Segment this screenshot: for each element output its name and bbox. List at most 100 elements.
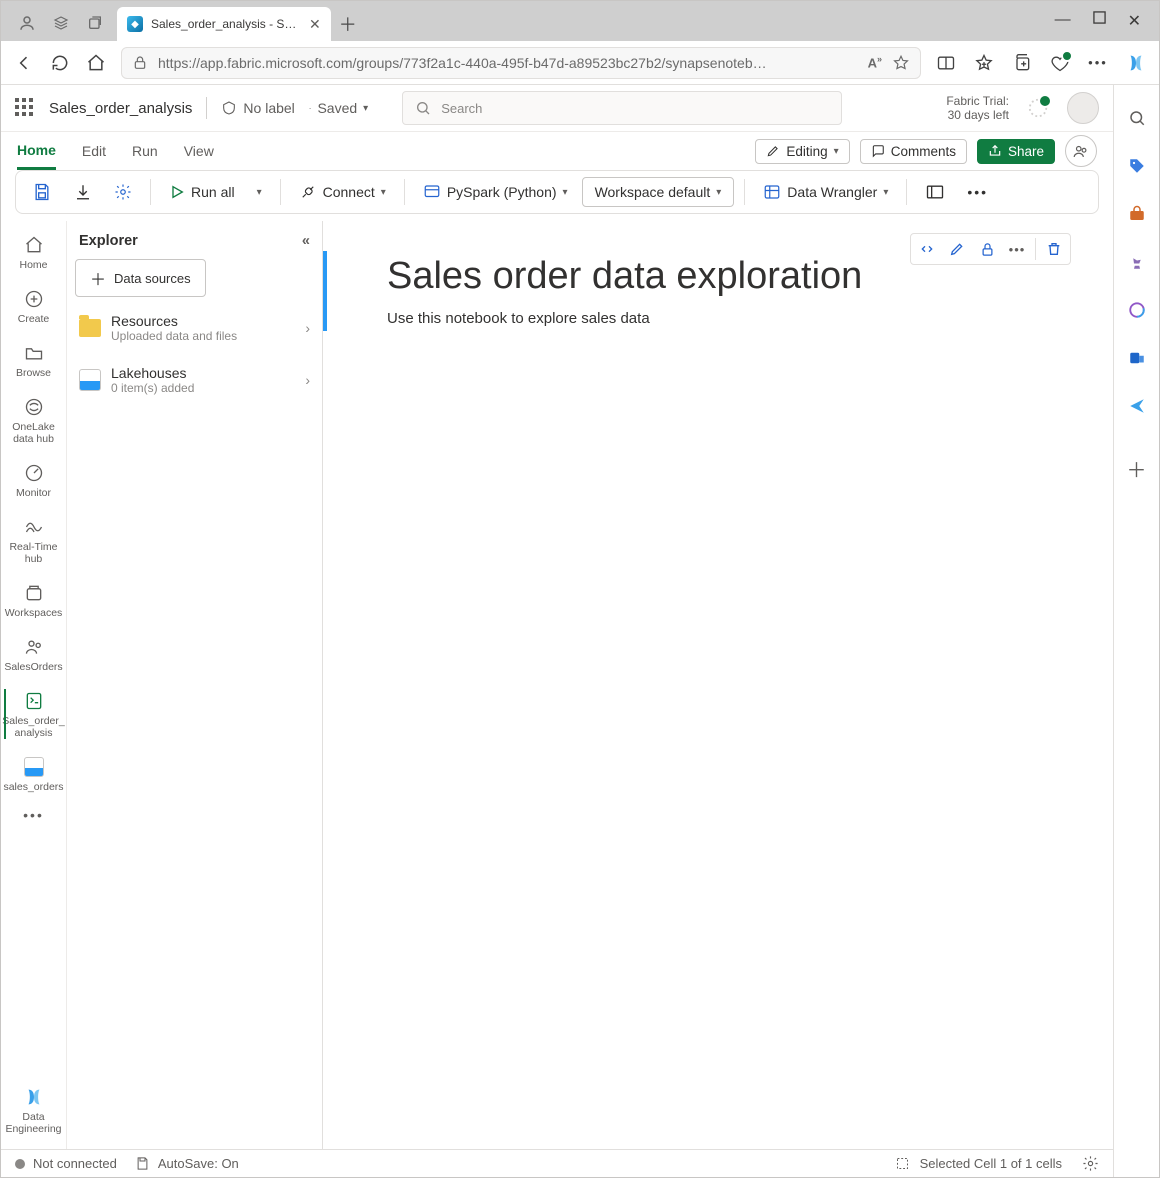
notebook-canvas[interactable]: ••• Sales order data exploration Use thi…	[323, 221, 1113, 1149]
download-button[interactable]	[66, 179, 100, 205]
editing-mode-button[interactable]: Editing ▾	[755, 139, 849, 164]
browser-tab-active[interactable]: ◆ Sales_order_analysis - Synapse D ✕	[117, 7, 331, 41]
document-name[interactable]: Sales_order_analysis	[49, 100, 192, 117]
explorer-item-lakehouses[interactable]: Lakehouses 0 item(s) added ›	[75, 359, 314, 401]
tag-icon[interactable]	[1126, 155, 1148, 177]
profile-icon[interactable]	[17, 13, 37, 33]
browser-menu-icon[interactable]: •••	[1087, 52, 1109, 74]
rail-home[interactable]: Home	[4, 227, 64, 277]
status-settings-icon[interactable]	[1082, 1155, 1099, 1172]
connection-status[interactable]: Not connected	[15, 1156, 117, 1171]
window-maximize-icon[interactable]	[1093, 11, 1106, 31]
rail-workspaces[interactable]: Workspaces	[4, 575, 64, 625]
window-close-icon[interactable]: ✕	[1128, 11, 1141, 31]
rail-realtime[interactable]: Real-Time hub	[4, 509, 64, 571]
browser-health-icon[interactable]	[1049, 52, 1071, 74]
plus-circle-icon	[22, 287, 46, 311]
add-sidebar-icon[interactable]: ＋	[1126, 457, 1148, 479]
window-minimize-icon[interactable]: —	[1055, 11, 1071, 31]
app-header: Sales_order_analysis No label · Saved ▾ …	[1, 85, 1113, 131]
rail-onelake[interactable]: OneLake data hub	[4, 389, 64, 451]
gauge-icon	[22, 461, 46, 485]
nav-refresh-icon[interactable]	[49, 52, 71, 74]
lakehouses-subtitle: 0 item(s) added	[111, 381, 295, 395]
trial-status[interactable]: Fabric Trial: 30 days left	[946, 94, 1009, 122]
ribbon-tab-edit[interactable]: Edit	[82, 132, 106, 170]
copilot-icon[interactable]	[1125, 52, 1147, 74]
cell-delete-icon[interactable]	[1040, 236, 1068, 262]
ribbon-tab-home[interactable]: Home	[17, 132, 56, 170]
cell-more-icon[interactable]: •••	[1003, 236, 1031, 262]
chevron-down-icon: ▾	[363, 103, 368, 114]
site-info-icon[interactable]	[132, 55, 148, 71]
collapse-explorer-icon[interactable]: «	[302, 233, 310, 249]
new-tab-button[interactable]: ＋	[331, 7, 365, 41]
autosave-status[interactable]: AutoSave: On	[135, 1156, 239, 1171]
cell-edit-icon[interactable]	[943, 236, 971, 262]
people-icon	[22, 635, 46, 659]
office-icon[interactable]	[1126, 299, 1148, 321]
chevron-down-icon: ▾	[834, 146, 839, 157]
layout-button[interactable]	[917, 178, 953, 206]
autosave-label: AutoSave: On	[158, 1156, 239, 1171]
cell-code-toggle-icon[interactable]	[913, 236, 941, 262]
global-search-input[interactable]: Search	[402, 91, 842, 125]
collections-icon[interactable]	[1011, 52, 1033, 74]
tab-actions-icon[interactable]	[85, 13, 105, 33]
outlook-icon[interactable]	[1126, 347, 1148, 369]
tab-close-icon[interactable]: ✕	[309, 16, 321, 33]
rail-more[interactable]: •••	[4, 803, 64, 827]
nav-home-icon[interactable]	[85, 52, 107, 74]
url-input[interactable]: https://app.fabric.microsoft.com/groups/…	[121, 47, 921, 79]
connect-button[interactable]: Connect ▾	[291, 179, 394, 205]
user-avatar[interactable]	[1067, 92, 1099, 124]
save-notebook-button[interactable]	[24, 178, 60, 206]
rail-create[interactable]: Create	[4, 281, 64, 331]
ribbon-tab-run[interactable]: Run	[132, 132, 158, 170]
save-status[interactable]: · Saved ▾	[309, 100, 368, 116]
data-sources-button[interactable]: ＋ Data sources	[75, 259, 206, 297]
environment-selector[interactable]: Workspace default ▾	[582, 177, 735, 207]
rail-analysis[interactable]: Sales_order_ analysis	[4, 683, 64, 745]
split-screen-icon[interactable]	[935, 52, 957, 74]
shopping-icon[interactable]	[1126, 203, 1148, 225]
rail-analysis-label: Sales_order_ analysis	[2, 715, 64, 739]
toolbar-overflow-icon[interactable]: •••	[959, 180, 996, 204]
rail-monitor[interactable]: Monitor	[4, 455, 64, 505]
cell-lock-icon[interactable]	[973, 236, 1001, 262]
nav-back-icon[interactable]	[13, 52, 35, 74]
explorer-item-resources[interactable]: Resources Uploaded data and files ›	[75, 307, 314, 349]
markdown-cell[interactable]: ••• Sales order data exploration Use thi…	[323, 251, 1077, 331]
ribbon-tab-view[interactable]: View	[184, 132, 214, 170]
run-all-button[interactable]: Run all	[161, 180, 243, 204]
language-selector[interactable]: PySpark (Python) ▾	[415, 179, 576, 205]
lakehouses-title: Lakehouses	[111, 365, 295, 381]
data-wrangler-button[interactable]: Data Wrangler ▾	[755, 179, 896, 205]
trial-progress-icon[interactable]	[1027, 97, 1049, 119]
tab-title: Sales_order_analysis - Synapse D	[151, 17, 301, 31]
comments-button[interactable]: Comments	[860, 139, 967, 164]
rail-persona-label: Data Engineering	[4, 1111, 64, 1135]
sensitivity-label[interactable]: No label	[221, 100, 294, 116]
reading-mode-icon[interactable]: A»	[868, 54, 882, 70]
app-launcher-icon[interactable]	[15, 98, 35, 118]
connection-label: Not connected	[33, 1156, 117, 1171]
favorites-icon[interactable]	[973, 52, 995, 74]
rail-salesorders[interactable]: SalesOrders	[4, 629, 64, 679]
trial-line1: Fabric Trial:	[946, 94, 1009, 108]
rail-sales-orders-table[interactable]: sales_orders	[4, 749, 64, 799]
collaborators-button[interactable]	[1065, 135, 1097, 167]
divider	[206, 97, 207, 119]
rail-browse[interactable]: Browse	[4, 335, 64, 385]
workspaces-browser-icon[interactable]	[51, 13, 71, 33]
workspaces-icon	[22, 581, 46, 605]
send-icon[interactable]	[1126, 395, 1148, 417]
settings-button[interactable]	[106, 179, 140, 205]
run-all-dropdown[interactable]: ▾	[249, 183, 270, 202]
cell-toolbar: •••	[910, 233, 1071, 265]
share-button[interactable]: Share	[977, 139, 1055, 164]
search-icon[interactable]	[1126, 107, 1148, 129]
favorite-star-icon[interactable]	[892, 54, 910, 72]
rail-persona[interactable]: Data Engineering	[4, 1079, 64, 1141]
chess-icon[interactable]	[1126, 251, 1148, 273]
